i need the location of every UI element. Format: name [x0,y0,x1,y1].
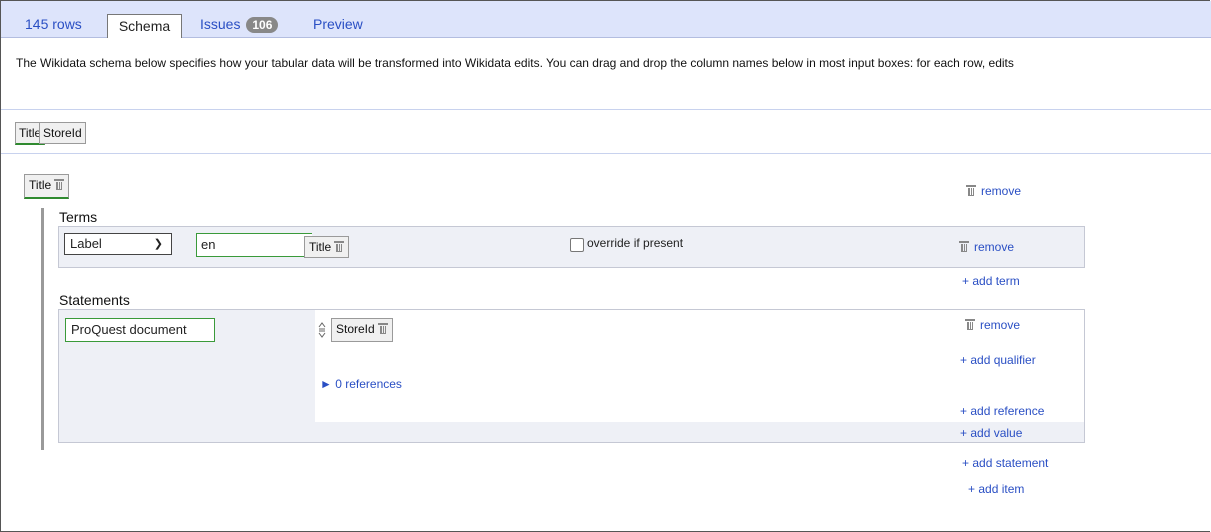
statement-property-input[interactable]: ProQuest document [65,318,215,342]
trash-icon[interactable] [334,241,345,252]
remove-statement-link[interactable]: remove [965,318,1020,332]
tab-issues-label: Issues [200,16,241,32]
references-toggle[interactable]: ► 0 references [320,377,402,391]
statement-value-label: StoreId [336,322,375,336]
statement-value-chip[interactable]: StoreId [331,318,393,342]
add-statement-link[interactable]: + add statement [962,456,1048,470]
override-label: override if present [587,236,684,250]
term-type-value: Label [70,236,102,251]
remove-term-label: remove [974,240,1015,254]
trash-icon[interactable] [54,179,65,190]
divider [1,153,1211,154]
statements-heading: Statements [59,292,130,308]
reorder-icon[interactable] [318,320,326,340]
item-subject-label: Title [29,178,52,192]
override-checkbox[interactable] [570,238,584,252]
tab-bar: 145 rows Schema Issues 106 Preview [1,1,1211,38]
tab-schema[interactable]: Schema [107,14,182,38]
term-value-label: Title [309,240,332,254]
add-reference-link[interactable]: + add reference [960,404,1044,418]
tab-preview[interactable]: Preview [313,16,363,32]
remove-statement-label: remove [980,318,1021,332]
column-chip-storeid[interactable]: StoreId [39,122,86,144]
trash-icon[interactable] [377,323,388,334]
add-qualifier-link[interactable]: + add qualifier [960,353,1036,367]
term-language-input[interactable]: en [196,233,312,257]
add-term-link[interactable]: + add term [962,274,1020,288]
chevron-down-icon: ❯ [153,238,163,250]
tab-issues[interactable]: Issues 106 [200,16,279,33]
remove-item-label: remove [981,184,1022,198]
divider [1,109,1211,110]
remove-item-link[interactable]: remove [966,184,1021,198]
term-value-chip[interactable]: Title [304,236,350,258]
tab-rows[interactable]: 145 rows [25,16,82,32]
add-item-link[interactable]: + add item [968,482,1024,496]
item-vertical-bar [41,208,44,450]
remove-term-link[interactable]: remove [959,240,1014,254]
trash-icon [965,319,975,330]
add-value-link[interactable]: + add value [960,426,1022,440]
trash-icon [959,241,969,252]
term-type-select[interactable]: Label ❯ [64,233,172,255]
schema-description: The Wikidata schema below specifies how … [16,56,1014,70]
issues-count-badge: 106 [246,17,279,33]
trash-icon [966,185,976,196]
terms-heading: Terms [59,209,98,225]
item-subject-chip[interactable]: Title [24,174,70,199]
